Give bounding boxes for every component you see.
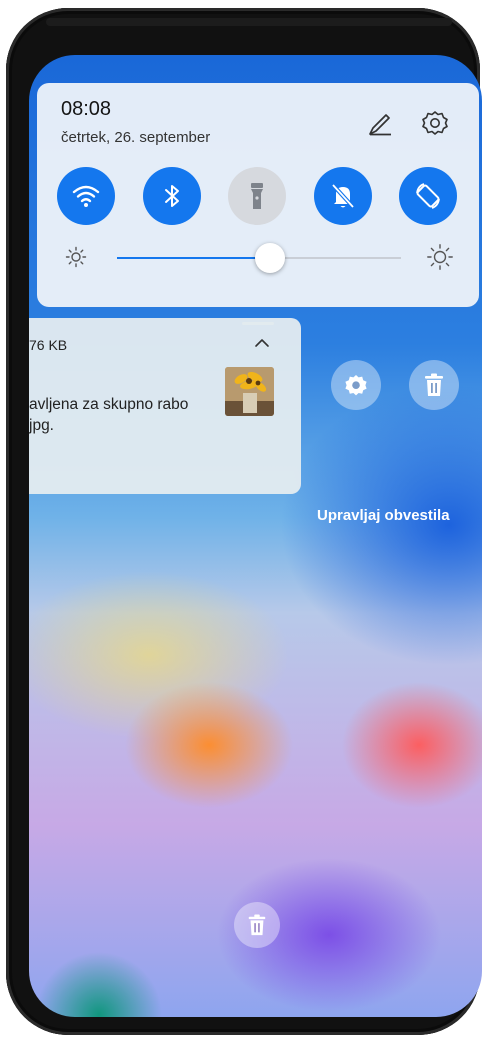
gear-icon (345, 375, 367, 396)
bluetooth-icon (165, 185, 179, 207)
clock-time: 08:08 (61, 98, 112, 120)
brightness-slider-fill (117, 257, 271, 259)
notification-card[interactable]: 76 KB avljena za skupno rabo jpg. (29, 318, 301, 494)
flashlight-icon (251, 183, 263, 209)
trash-icon (425, 373, 443, 396)
manage-notifications-link[interactable]: Upravljaj obvestila (317, 507, 450, 524)
brightness-slider-thumb[interactable] (255, 243, 286, 273)
chevron-up-icon[interactable] (253, 334, 271, 352)
bluetooth-toggle[interactable] (143, 167, 201, 225)
notification-body-line1: avljena za skupno rabo (29, 396, 189, 413)
trash-icon (248, 914, 266, 936)
edit-icon[interactable] (367, 111, 393, 137)
notification-body-line2: jpg. (29, 417, 54, 434)
auto-rotate-toggle[interactable] (399, 167, 457, 225)
notification-shade: 08:08 četrtek, 26. september 76 KB avlje… (29, 55, 482, 1017)
brightness-slider[interactable] (117, 243, 401, 273)
notification-thumbnail (225, 367, 274, 416)
clear-all-button[interactable] (234, 902, 280, 948)
phone-top-edge (46, 18, 452, 26)
brightness-high-icon (427, 244, 453, 270)
wifi-toggle[interactable] (57, 167, 115, 225)
brightness-low-icon (65, 246, 87, 268)
notification-body: avljena za skupno rabo jpg. (29, 394, 229, 436)
settings-gear-icon[interactable] (421, 109, 449, 137)
quick-settings-panel: 08:08 četrtek, 26. september (37, 83, 479, 325)
notification-file-size: 76 KB (29, 337, 68, 353)
phone-frame: 08:08 četrtek, 26. september 76 KB avlje… (6, 8, 482, 1035)
clock-date: četrtek, 26. september (61, 129, 211, 146)
wifi-icon (72, 185, 100, 207)
flashlight-toggle[interactable] (228, 167, 286, 225)
rotate-icon (416, 183, 440, 209)
notification-delete-button[interactable] (409, 360, 459, 410)
mute-notifications-toggle[interactable] (314, 167, 372, 225)
bell-off-icon (331, 183, 355, 209)
notification-settings-button[interactable] (331, 360, 381, 410)
